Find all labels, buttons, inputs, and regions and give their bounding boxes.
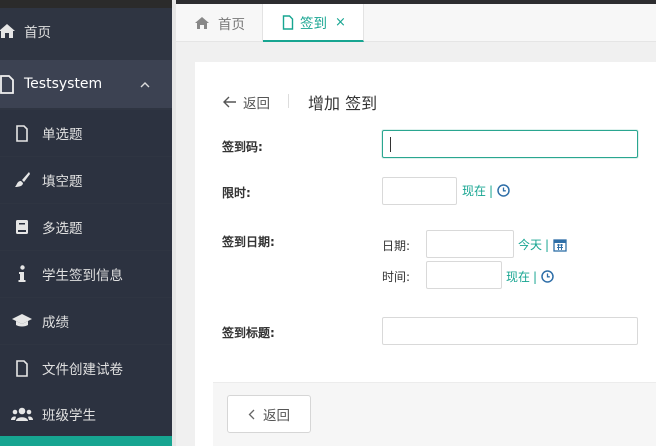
title-input[interactable] [382,317,638,345]
sidebar-item-label: 首页 [24,25,51,41]
sidebar-item-label: 班级学生 [42,408,96,424]
text-cursor [390,137,391,152]
users-icon [11,403,33,425]
sidebar-active-item[interactable] [0,436,172,446]
clock-icon[interactable] [497,184,510,197]
date-today-link[interactable]: 今天 | [518,236,567,253]
sidebar-topbar [0,0,172,8]
back-link-label: 返回 [243,96,270,112]
file-icon [0,73,18,95]
limit-input[interactable] [382,177,457,205]
arrow-left-icon [223,96,237,108]
time-input[interactable] [426,261,502,289]
separator: | [545,237,550,252]
back-button-label: 返回 [263,408,290,424]
date-today-label: 今天 [518,238,543,252]
sidebar-group-testsystem[interactable]: Testsystem [0,60,172,108]
calendar-icon[interactable] [553,238,567,252]
separator: | [489,183,494,198]
info-icon [11,263,33,285]
back-button[interactable]: 返回 [227,395,311,433]
sidebar-item-label: 填空题 [42,174,83,190]
code-input[interactable] [382,130,638,158]
sidebar-item-home[interactable]: 首页 [0,8,172,54]
sidebar-item-student-checkin[interactable]: 学生签到信息 [0,251,172,297]
clock-icon[interactable] [541,270,554,283]
time-sub-label: 时间: [382,270,411,284]
tab-label: 首页 [218,17,245,33]
form-footer: 返回 [213,382,656,446]
separator: | [533,269,538,284]
sidebar-item-multi-choice[interactable]: 多选题 [0,204,172,250]
back-link[interactable]: 返回 [223,92,270,112]
tab-bar: 首页 签到 × [176,4,656,42]
tab-home[interactable]: 首页 [176,4,263,42]
sidebar: 首页 Testsystem 单选题 填空题 多选题 学生签到信息 成绩 文件创建… [0,0,172,446]
tab-label: 签到 [300,16,327,32]
sidebar-item-label: 学生签到信息 [42,268,123,284]
home-icon [0,20,18,42]
file-icon [11,357,33,379]
sidebar-divider [172,0,176,446]
close-icon[interactable]: × [335,15,346,30]
chevron-left-icon [248,409,255,420]
header-divider [288,94,289,108]
file-icon [11,122,33,144]
home-icon [194,16,210,30]
time-now-label: 现在 [506,270,531,284]
time-now-link[interactable]: 现在 | [506,268,554,285]
date-label: 签到日期: [222,235,275,249]
sidebar-item-label: 成绩 [42,315,69,331]
code-label: 签到码: [222,140,263,154]
sidebar-item-label: 文件创建试卷 [42,362,123,378]
limit-now-link[interactable]: 现在 | [462,182,510,199]
book-icon [11,216,33,238]
page-title: 增加 签到 [308,94,378,113]
graduation-cap-icon [11,310,33,332]
file-icon [282,14,294,30]
title-label: 签到标题: [222,326,275,340]
date-input[interactable] [426,230,514,258]
form-card: 返回 增加 签到 签到码: 限时: 现在 | 签到日期: 日期: 今天 | 时间… [195,62,656,446]
sidebar-item-single-choice[interactable]: 单选题 [0,110,172,156]
sidebar-item-file-create-exam[interactable]: 文件创建试卷 [0,345,172,391]
sidebar-item-fill-blank[interactable]: 填空题 [0,157,172,203]
sidebar-item-scores[interactable]: 成绩 [0,298,172,344]
sidebar-group-label: Testsystem [24,76,103,92]
sidebar-item-class-students[interactable]: 班级学生 [0,391,172,437]
tab-checkin[interactable]: 签到 × [263,4,364,42]
date-sub-label: 日期: [382,239,411,253]
chevron-up-icon [140,76,150,92]
brush-icon [11,169,33,191]
limit-label: 限时: [222,186,251,200]
sidebar-item-label: 多选题 [42,221,83,237]
limit-now-label: 现在 [462,184,487,198]
sidebar-item-label: 单选题 [42,127,83,143]
